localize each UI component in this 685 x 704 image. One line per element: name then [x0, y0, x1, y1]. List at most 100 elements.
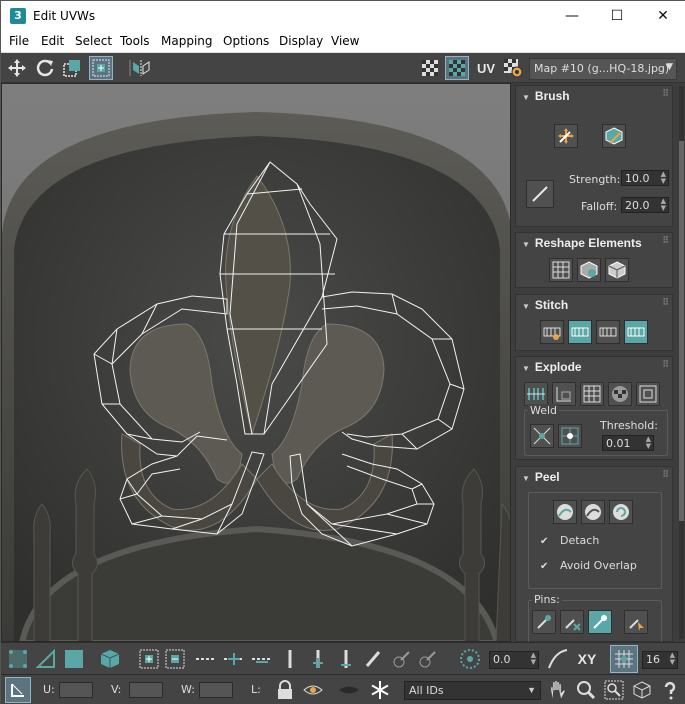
spinner-arrows-icon: ▲ ▼	[530, 651, 536, 666]
grow-selection-button[interactable]	[136, 646, 162, 672]
pin-selected-button[interactable]	[532, 610, 556, 634]
reset-peel-button[interactable]	[609, 500, 633, 524]
shrink-selection-button[interactable]	[162, 646, 188, 672]
reshape-elements-header[interactable]: ▼ Reshape Elements ⠿	[516, 233, 672, 253]
peel-mode-button[interactable]	[581, 500, 605, 524]
texture-map-dropdown[interactable]: Map #10 (g...HQ-18.jpg) ▼	[529, 58, 677, 80]
auto-pin-button[interactable]	[588, 610, 612, 634]
menu-tools[interactable]: Tools	[120, 34, 150, 48]
rotation-angle-spinner[interactable]: 0.0 ▲ ▼	[489, 651, 539, 669]
uv-viewport[interactable]	[1, 83, 511, 642]
menu-mapping[interactable]: Mapping	[161, 34, 213, 48]
grip-icon: ⠿	[662, 359, 669, 369]
ring-grow-button[interactable]	[305, 646, 331, 672]
loop-select-button[interactable]	[193, 646, 219, 672]
u-coordinate-field[interactable]	[59, 682, 93, 698]
stitch-header[interactable]: ▼ Stitch ⠿	[516, 295, 672, 315]
element-select-button[interactable]	[97, 646, 123, 672]
scale-tool-button[interactable]	[60, 56, 84, 80]
ring-select-button[interactable]	[277, 646, 303, 672]
explode-frame-button[interactable]	[636, 382, 660, 406]
paint-shrink-button[interactable]	[415, 646, 441, 672]
relax-brush-button[interactable]	[602, 124, 626, 148]
stitch-to-target-button[interactable]	[568, 320, 592, 344]
brush-options-button[interactable]	[526, 180, 554, 208]
w-label: W:	[181, 683, 195, 696]
explode-grid-button[interactable]	[580, 382, 604, 406]
xy-space-toggle[interactable]: XY	[573, 646, 601, 672]
loop-grow-button[interactable]	[221, 646, 247, 672]
peel-header[interactable]: ▼ Peel ⠿	[516, 467, 672, 487]
show-map-button[interactable]	[445, 56, 469, 80]
zoom-region-button[interactable]	[601, 677, 627, 703]
freeze-button[interactable]	[367, 677, 393, 703]
break-button[interactable]	[524, 382, 548, 406]
brush-header[interactable]: ▼ Brush ⠿	[516, 86, 672, 106]
explode-checker-button[interactable]	[608, 382, 632, 406]
unpin-button[interactable]	[560, 610, 584, 634]
flatten-button[interactable]	[605, 258, 629, 282]
menu-view[interactable]: View	[331, 34, 359, 48]
weld-target-button[interactable]	[558, 424, 582, 448]
paint-grow-button[interactable]	[389, 646, 415, 672]
grid-snap-button[interactable]	[610, 645, 638, 673]
zoom-extents-button[interactable]	[629, 677, 655, 703]
hand-icon	[550, 680, 566, 700]
edge-select-button[interactable]	[33, 646, 59, 672]
lock-selection-button[interactable]	[273, 677, 297, 703]
falloff-spinner[interactable]: 20.0 ▲ ▼	[621, 197, 669, 213]
minimize-button[interactable]: —	[549, 1, 595, 31]
weld-selected-button[interactable]	[530, 424, 554, 448]
hide-button[interactable]	[335, 677, 363, 703]
map-settings-button[interactable]	[501, 56, 525, 80]
falloff-curve-button[interactable]	[545, 646, 571, 672]
uv-canvas[interactable]	[2, 84, 511, 642]
side-panel-scroll-thumb[interactable]	[679, 141, 684, 521]
uv-toggle[interactable]: UV	[473, 56, 499, 80]
maximize-button[interactable]: ☐	[594, 1, 640, 31]
absolute-offset-button[interactable]	[5, 677, 31, 703]
menu-edit[interactable]: Edit	[41, 34, 64, 48]
v-coordinate-field[interactable]	[129, 682, 163, 698]
soft-selection-button[interactable]	[457, 646, 483, 672]
paint-select-button[interactable]	[361, 646, 387, 672]
material-ids-dropdown[interactable]: All IDs ▼	[404, 681, 541, 700]
stitch-custom-button[interactable]	[540, 320, 564, 344]
menu-display[interactable]: Display	[279, 34, 323, 48]
explode-header[interactable]: ▼ Explode ⠿	[516, 357, 672, 377]
polygon-select-button[interactable]	[61, 646, 87, 672]
menu-file[interactable]: File	[9, 34, 29, 48]
straighten-button[interactable]	[549, 258, 573, 282]
element-cube-icon	[100, 650, 120, 668]
detach-edge-button[interactable]	[552, 382, 576, 406]
pan-button[interactable]	[545, 677, 571, 703]
detach-checkbox[interactable]: ✔	[540, 536, 551, 547]
paint-move-brush-button[interactable]	[554, 124, 578, 148]
zoom-button[interactable]	[573, 677, 599, 703]
menu-select[interactable]: Select	[75, 34, 112, 48]
show-checker-button[interactable]	[418, 56, 442, 80]
grid-size-spinner[interactable]: 16 ▲ ▼	[642, 651, 678, 669]
move-tool-button[interactable]	[5, 56, 29, 80]
threshold-spinner[interactable]: 0.01 ▲ ▼	[602, 435, 654, 451]
menu-options[interactable]: Options	[223, 34, 269, 48]
select-pins-button[interactable]	[624, 610, 648, 634]
rotate-tool-button[interactable]	[33, 56, 57, 80]
loop-shrink-button[interactable]	[249, 646, 275, 672]
help-button[interactable]	[657, 677, 683, 703]
stitch-to-source-button[interactable]	[624, 320, 648, 344]
detach-label: Detach	[560, 534, 600, 547]
stitch-average-button[interactable]	[596, 320, 620, 344]
mirror-tool-button[interactable]	[129, 56, 153, 80]
w-coordinate-field[interactable]	[199, 682, 233, 698]
ring-shrink-button[interactable]	[333, 646, 359, 672]
freeform-mode-button[interactable]	[89, 56, 113, 80]
close-button[interactable]: ✕	[640, 1, 685, 31]
explode-grid-icon	[583, 385, 601, 403]
strength-spinner[interactable]: 10.0 ▲ ▼	[621, 170, 669, 186]
quick-peel-button[interactable]	[553, 500, 577, 524]
vertex-select-button[interactable]	[5, 646, 31, 672]
relax-button[interactable]	[577, 258, 601, 282]
avoid-overlap-checkbox[interactable]: ✔	[540, 561, 551, 572]
show-hidden-button[interactable]	[301, 677, 325, 703]
